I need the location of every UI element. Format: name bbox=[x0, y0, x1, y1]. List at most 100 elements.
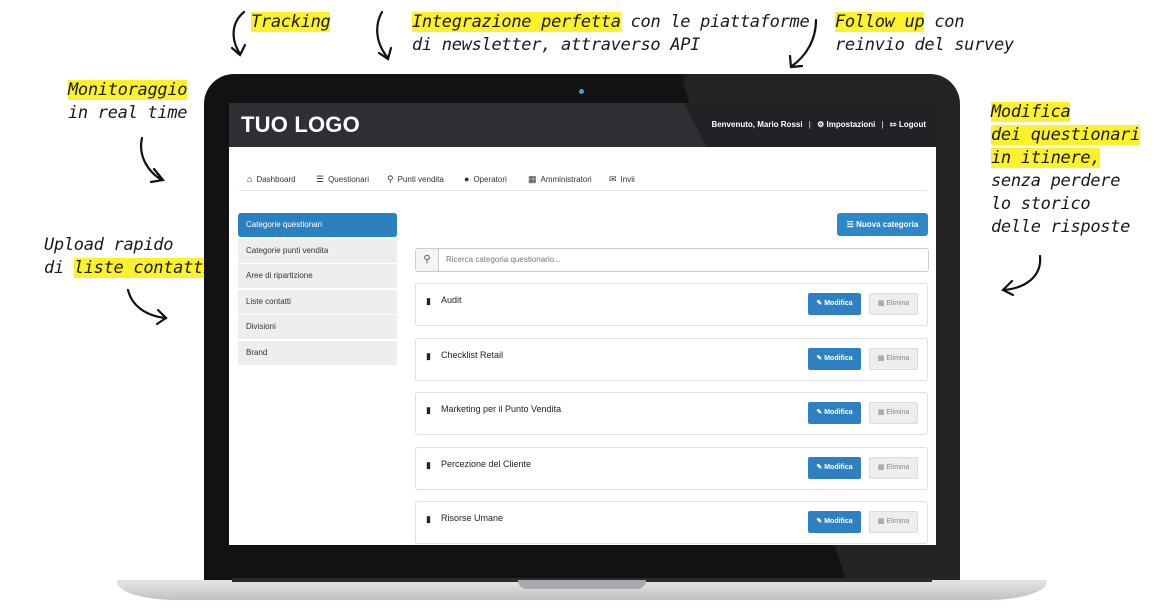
sidebar-item-categorie-questionari[interactable]: Categorie questionari bbox=[238, 213, 397, 237]
delete-label: Elimina bbox=[886, 409, 910, 416]
nav-punti-vendita-label: Punti vendita bbox=[397, 175, 444, 184]
annotation-followup: Follow up con reinvio del survey bbox=[835, 12, 1014, 55]
settings-label: Impostazioni bbox=[826, 120, 876, 129]
sidebar-item-liste-contatti[interactable]: Liste contatti bbox=[238, 289, 397, 314]
file-icon: ▮ bbox=[426, 296, 431, 306]
sidebar-item-aree-di-ripartizione[interactable]: Aree di ripartizione bbox=[238, 264, 397, 288]
annotation-monitoring: Monitoraggio in real time bbox=[68, 80, 188, 123]
file-icon: ▮ bbox=[426, 405, 431, 415]
logout-label: Logout bbox=[898, 120, 926, 129]
nav-punti-vendita[interactable]: ⚲ Punti vendita bbox=[387, 174, 444, 185]
app-header: TUO LOGO Benvenuto, Mario Rossi | ⚙ Impo… bbox=[229, 103, 936, 147]
sidebar-item-brand[interactable]: Brand bbox=[238, 340, 397, 365]
search-icon: ⚲ bbox=[416, 249, 439, 271]
arrow-tracking-icon bbox=[230, 10, 247, 57]
arrow-monitoring-icon bbox=[140, 136, 166, 184]
table-row: ▮ Audit ✎ Modifica ▩ Elimina bbox=[415, 283, 928, 326]
sidebar-item-categorie-punti-vendita[interactable]: Categorie punti vendita bbox=[238, 238, 397, 263]
sidebar: Categorie questionari Categorie punti ve… bbox=[238, 213, 397, 366]
nav-amministratori[interactable]: ▦ Amministratori bbox=[528, 174, 592, 185]
new-category-label: Nuova categoria bbox=[856, 220, 919, 229]
logout-link[interactable]: ⇰ Logout bbox=[890, 120, 926, 129]
envelope-icon: ✉ bbox=[609, 174, 617, 184]
delete-button[interactable]: ▩ Elimina bbox=[869, 293, 918, 315]
search-box: ⚲ bbox=[415, 248, 929, 272]
edit-label: Modifica bbox=[824, 409, 853, 416]
nav-amministratori-label: Amministratori bbox=[540, 175, 592, 184]
row-label: Audit bbox=[441, 295, 462, 305]
row-label: Percezione del Cliente bbox=[441, 459, 532, 469]
delete-label: Elimina bbox=[886, 464, 910, 471]
trash-icon: ▩ bbox=[877, 464, 885, 471]
grid-icon: ▦ bbox=[528, 174, 537, 184]
app-screen: TUO LOGO Benvenuto, Mario Rossi | ⚙ Impo… bbox=[229, 103, 936, 545]
nav-invii[interactable]: ✉ Invii bbox=[609, 174, 635, 185]
delete-button[interactable]: ▩ Elimina bbox=[869, 511, 918, 533]
edit-button[interactable]: ✎ Modifica bbox=[808, 511, 861, 533]
arrow-followup-icon bbox=[788, 18, 818, 69]
logout-icon: ⇰ bbox=[889, 120, 897, 129]
row-label: Marketing per il Punto Vendita bbox=[441, 404, 562, 414]
trash-icon: ▩ bbox=[877, 355, 885, 362]
delete-button[interactable]: ▩ Elimina bbox=[869, 348, 918, 370]
trash-icon: ▩ bbox=[877, 409, 885, 416]
nav-dashboard[interactable]: ⌂ Dashboard bbox=[247, 174, 296, 184]
delete-button[interactable]: ▩ Elimina bbox=[869, 402, 918, 424]
table-row: ▮ Risorse Umane ✎ Modifica ▩ Elimina bbox=[415, 501, 928, 544]
table-row: ▮ Checklist Retail ✎ Modifica ▩ Elimina bbox=[415, 338, 928, 381]
list-icon: ☰ bbox=[316, 174, 325, 184]
gear-icon: ⚙ bbox=[817, 120, 825, 129]
edit-label: Modifica bbox=[824, 464, 853, 471]
annotation-edit: Modifica dei questionari in itinere, sen… bbox=[991, 102, 1141, 237]
arrow-edit-icon bbox=[1001, 254, 1042, 296]
user-bar: Benvenuto, Mario Rossi | ⚙ Impostazioni … bbox=[711, 120, 926, 129]
table-row: ▮ Percezione del Cliente ✎ Modifica ▩ Elimi… bbox=[415, 447, 928, 490]
separator: | bbox=[808, 120, 811, 129]
edit-label: Modifica bbox=[824, 355, 853, 362]
settings-link[interactable]: ⚙ Impostazioni bbox=[817, 120, 875, 129]
file-icon: ▮ bbox=[426, 460, 431, 470]
new-category-button[interactable]: ☰ Nuova categoria bbox=[837, 213, 928, 236]
delete-label: Elimina bbox=[886, 518, 910, 525]
edit-label: Modifica bbox=[824, 518, 853, 525]
pencil-icon: ✎ bbox=[816, 355, 823, 362]
nav-questionari[interactable]: ☰ Questionari bbox=[316, 174, 369, 185]
camera-icon bbox=[579, 89, 584, 94]
pencil-icon: ✎ bbox=[816, 409, 823, 416]
laptop-notch bbox=[518, 580, 646, 589]
annotation-tracking: Tracking bbox=[251, 12, 331, 32]
nav-operatori[interactable]: ● Operatori bbox=[464, 174, 507, 184]
delete-label: Elimina bbox=[886, 355, 910, 362]
nav-dashboard-label: Dashboard bbox=[256, 175, 296, 184]
edit-button[interactable]: ✎ Modifica bbox=[808, 402, 861, 424]
home-icon: ⌂ bbox=[247, 174, 253, 184]
table-row: ▮ Marketing per il Punto Vendita ✎ Modific… bbox=[415, 392, 928, 435]
map-marker-icon: ⚲ bbox=[387, 174, 394, 184]
edit-button[interactable]: ✎ Modifica bbox=[808, 293, 861, 315]
trash-icon: ▩ bbox=[877, 300, 885, 307]
search-input[interactable] bbox=[446, 253, 906, 266]
list-icon: ☰ bbox=[846, 220, 854, 229]
arrow-integration-icon bbox=[376, 10, 393, 61]
delete-label: Elimina bbox=[886, 300, 910, 307]
nav-operatori-label: Operatori bbox=[473, 175, 507, 184]
trash-icon: ▩ bbox=[877, 518, 885, 525]
main-nav: ⌂ Dashboard ☰ Questionari ⚲ Punti vendita ●… bbox=[239, 162, 927, 191]
sidebar-item-divisioni[interactable]: Divisioni bbox=[238, 315, 397, 339]
edit-label: Modifica bbox=[824, 300, 853, 307]
separator: | bbox=[881, 120, 884, 129]
user-icon: ● bbox=[464, 174, 470, 184]
row-label: Risorse Umane bbox=[441, 513, 504, 523]
arrow-upload-icon bbox=[126, 288, 168, 326]
delete-button[interactable]: ▩ Elimina bbox=[869, 457, 918, 479]
annotation-integration: Integrazione perfetta con le piattaforme… bbox=[412, 12, 810, 55]
edit-button[interactable]: ✎ Modifica bbox=[808, 348, 861, 370]
annotation-upload: Upload rapido di liste contatti bbox=[44, 235, 213, 278]
row-label: Checklist Retail bbox=[441, 350, 504, 360]
file-icon: ▮ bbox=[426, 351, 431, 361]
edit-button[interactable]: ✎ Modifica bbox=[808, 457, 861, 479]
file-icon: ▮ bbox=[426, 514, 431, 524]
pencil-icon: ✎ bbox=[816, 300, 823, 307]
nav-questionari-label: Questionari bbox=[328, 175, 369, 184]
app-logo[interactable]: TUO LOGO bbox=[241, 112, 360, 138]
